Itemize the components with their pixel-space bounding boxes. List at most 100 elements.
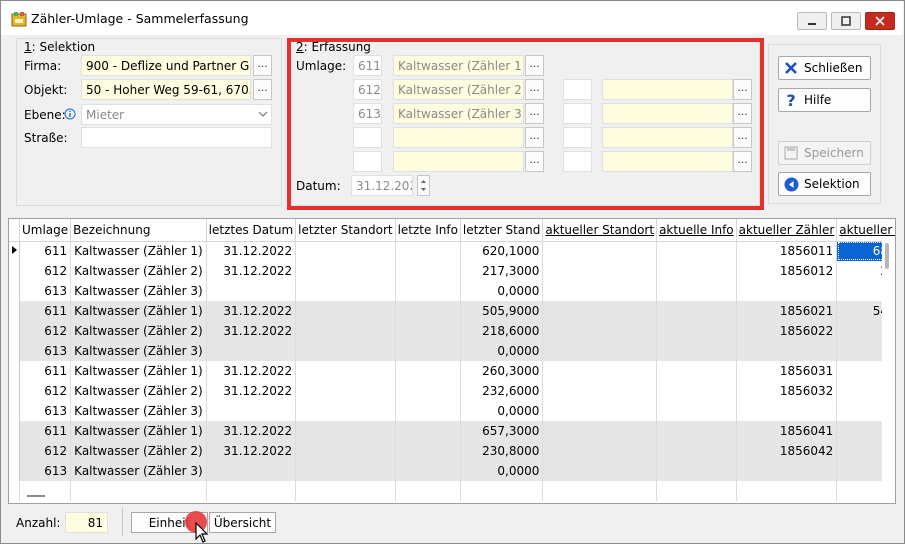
col-header[interactable]: letzte Info bbox=[395, 219, 461, 242]
table-cell[interactable] bbox=[295, 261, 396, 281]
table-cell[interactable]: Kaltwasser (Zähler 2) bbox=[70, 441, 207, 461]
table-cell[interactable]: 613 bbox=[19, 401, 72, 421]
info-icon[interactable] bbox=[64, 108, 76, 120]
table-cell[interactable] bbox=[542, 261, 658, 281]
table-cell[interactable]: 31.12.2022 bbox=[206, 301, 297, 321]
row-indicator[interactable] bbox=[9, 441, 20, 461]
row-indicator[interactable] bbox=[9, 281, 20, 301]
table-cell[interactable] bbox=[656, 461, 737, 481]
table-cell[interactable] bbox=[656, 381, 737, 401]
splitter-handle[interactable] bbox=[27, 495, 45, 497]
table-cell[interactable] bbox=[656, 321, 737, 341]
table-cell[interactable]: Kaltwasser (Zähler 1) bbox=[70, 361, 207, 381]
row-indicator[interactable] bbox=[9, 421, 20, 441]
table-cell[interactable]: 611 bbox=[19, 361, 72, 381]
table-cell[interactable] bbox=[656, 441, 737, 461]
table-cell[interactable] bbox=[736, 341, 838, 361]
table-cell[interactable] bbox=[395, 281, 461, 301]
table-cell[interactable] bbox=[542, 401, 658, 421]
row-indicator[interactable] bbox=[9, 301, 20, 321]
col-header[interactable]: aktueller Zähler bbox=[736, 219, 838, 242]
col-header[interactable]: letzter Stand bbox=[460, 219, 544, 242]
table-cell[interactable]: 612 bbox=[19, 321, 72, 341]
table-cell[interactable]: 0,0000 bbox=[460, 341, 544, 361]
table-cell[interactable]: 31.12.2022 bbox=[206, 321, 297, 341]
ebene-dropdown[interactable]: Mieter bbox=[81, 104, 272, 125]
table-cell[interactable] bbox=[542, 301, 658, 321]
table-cell[interactable]: 31.12.2022 bbox=[206, 261, 297, 281]
speichern-button[interactable]: Speichern bbox=[778, 141, 871, 165]
table-cell[interactable] bbox=[206, 461, 297, 481]
table-cell[interactable]: 1856042 bbox=[736, 441, 838, 461]
table-cell[interactable]: 611 bbox=[19, 241, 72, 261]
data-grid[interactable]: Umlage Bezeichnung letztes Datum letzter… bbox=[8, 218, 896, 504]
table-cell[interactable]: 612 bbox=[19, 441, 72, 461]
table-row[interactable]: 611 Kaltwasser (Zähler 1) 31.12.2022 260,30… bbox=[9, 361, 895, 381]
row-indicator[interactable] bbox=[9, 361, 20, 381]
table-cell[interactable] bbox=[295, 421, 396, 441]
row-indicator[interactable] bbox=[9, 321, 20, 341]
table-cell[interactable]: 613 bbox=[19, 281, 72, 301]
table-cell[interactable]: 611 bbox=[19, 301, 72, 321]
table-cell[interactable] bbox=[656, 241, 737, 261]
table-row[interactable]: 612 Kaltwasser (Zähler 2) 31.12.2022 217,30… bbox=[9, 261, 895, 281]
table-cell[interactable]: 613 bbox=[19, 461, 72, 481]
table-cell[interactable]: 612 bbox=[19, 381, 72, 401]
table-cell[interactable] bbox=[736, 401, 838, 421]
table-cell[interactable] bbox=[656, 341, 737, 361]
table-row[interactable]: 611 Kaltwasser (Zähler 1) 31.12.2022 620,10… bbox=[9, 241, 895, 261]
table-cell[interactable] bbox=[736, 281, 838, 301]
table-cell[interactable] bbox=[542, 441, 658, 461]
table-cell[interactable] bbox=[295, 341, 396, 361]
table-cell[interactable] bbox=[395, 401, 461, 421]
col-header[interactable]: letzter Standort bbox=[295, 219, 396, 242]
table-cell[interactable]: Kaltwasser (Zähler 2) bbox=[70, 261, 207, 281]
uebersicht-button[interactable]: Übersicht bbox=[209, 512, 276, 533]
table-cell[interactable]: 612 bbox=[19, 261, 72, 281]
table-cell[interactable] bbox=[295, 281, 396, 301]
col-header[interactable]: Bezeichnung bbox=[70, 219, 207, 242]
table-cell[interactable]: 1856031 bbox=[736, 361, 838, 381]
table-cell[interactable]: 31.12.2022 bbox=[206, 361, 297, 381]
objekt-field[interactable]: 50 - Hoher Weg 59-61, 67059 Lu bbox=[81, 79, 251, 100]
table-row[interactable]: 613 Kaltwasser (Zähler 3) 0,0000 bbox=[9, 461, 895, 481]
objekt-lookup-button[interactable]: ... bbox=[253, 79, 272, 100]
table-cell[interactable] bbox=[395, 321, 461, 341]
table-cell[interactable] bbox=[395, 381, 461, 401]
close-window-button[interactable] bbox=[865, 12, 895, 30]
table-cell[interactable] bbox=[736, 461, 838, 481]
row-indicator[interactable] bbox=[9, 341, 20, 361]
row-indicator[interactable] bbox=[9, 461, 20, 481]
table-cell[interactable] bbox=[542, 361, 658, 381]
table-cell[interactable]: Kaltwasser (Zähler 2) bbox=[70, 321, 207, 341]
table-row[interactable]: 613 Kaltwasser (Zähler 3) 0,0000 bbox=[9, 401, 895, 421]
firma-lookup-button[interactable]: ... bbox=[253, 55, 272, 76]
firma-field[interactable]: 900 - Deflize und Partner GmbH bbox=[81, 55, 251, 76]
table-cell[interactable] bbox=[542, 341, 658, 361]
table-cell[interactable] bbox=[395, 301, 461, 321]
table-cell[interactable] bbox=[542, 421, 658, 441]
vertical-scrollbar[interactable] bbox=[882, 241, 895, 503]
table-cell[interactable]: 0,0000 bbox=[460, 281, 544, 301]
table-cell[interactable]: 31.12.2022 bbox=[206, 381, 297, 401]
table-cell[interactable]: Kaltwasser (Zähler 3) bbox=[70, 281, 207, 301]
table-cell[interactable] bbox=[295, 461, 396, 481]
table-row[interactable]: 612 Kaltwasser (Zähler 2) 31.12.2022 232,60… bbox=[9, 381, 895, 401]
table-cell[interactable]: 1856041 bbox=[736, 421, 838, 441]
table-row[interactable]: 611 Kaltwasser (Zähler 1) 31.12.2022 505,90… bbox=[9, 301, 895, 321]
col-header[interactable]: aktuelle Info bbox=[656, 219, 737, 242]
table-cell[interactable] bbox=[542, 381, 658, 401]
table-cell[interactable] bbox=[656, 261, 737, 281]
table-cell[interactable] bbox=[542, 281, 658, 301]
row-indicator[interactable] bbox=[9, 261, 20, 281]
minimize-button[interactable] bbox=[797, 12, 827, 30]
table-cell[interactable]: 230,8000 bbox=[460, 441, 544, 461]
row-indicator[interactable] bbox=[9, 381, 20, 401]
col-header[interactable]: letztes Datum bbox=[206, 219, 297, 242]
table-cell[interactable]: 620,1000 bbox=[460, 241, 544, 261]
table-cell[interactable]: 218,6000 bbox=[460, 321, 544, 341]
table-cell[interactable] bbox=[542, 321, 658, 341]
table-cell[interactable] bbox=[295, 401, 396, 421]
table-cell[interactable] bbox=[656, 281, 737, 301]
table-cell[interactable]: 31.12.2022 bbox=[206, 241, 297, 261]
